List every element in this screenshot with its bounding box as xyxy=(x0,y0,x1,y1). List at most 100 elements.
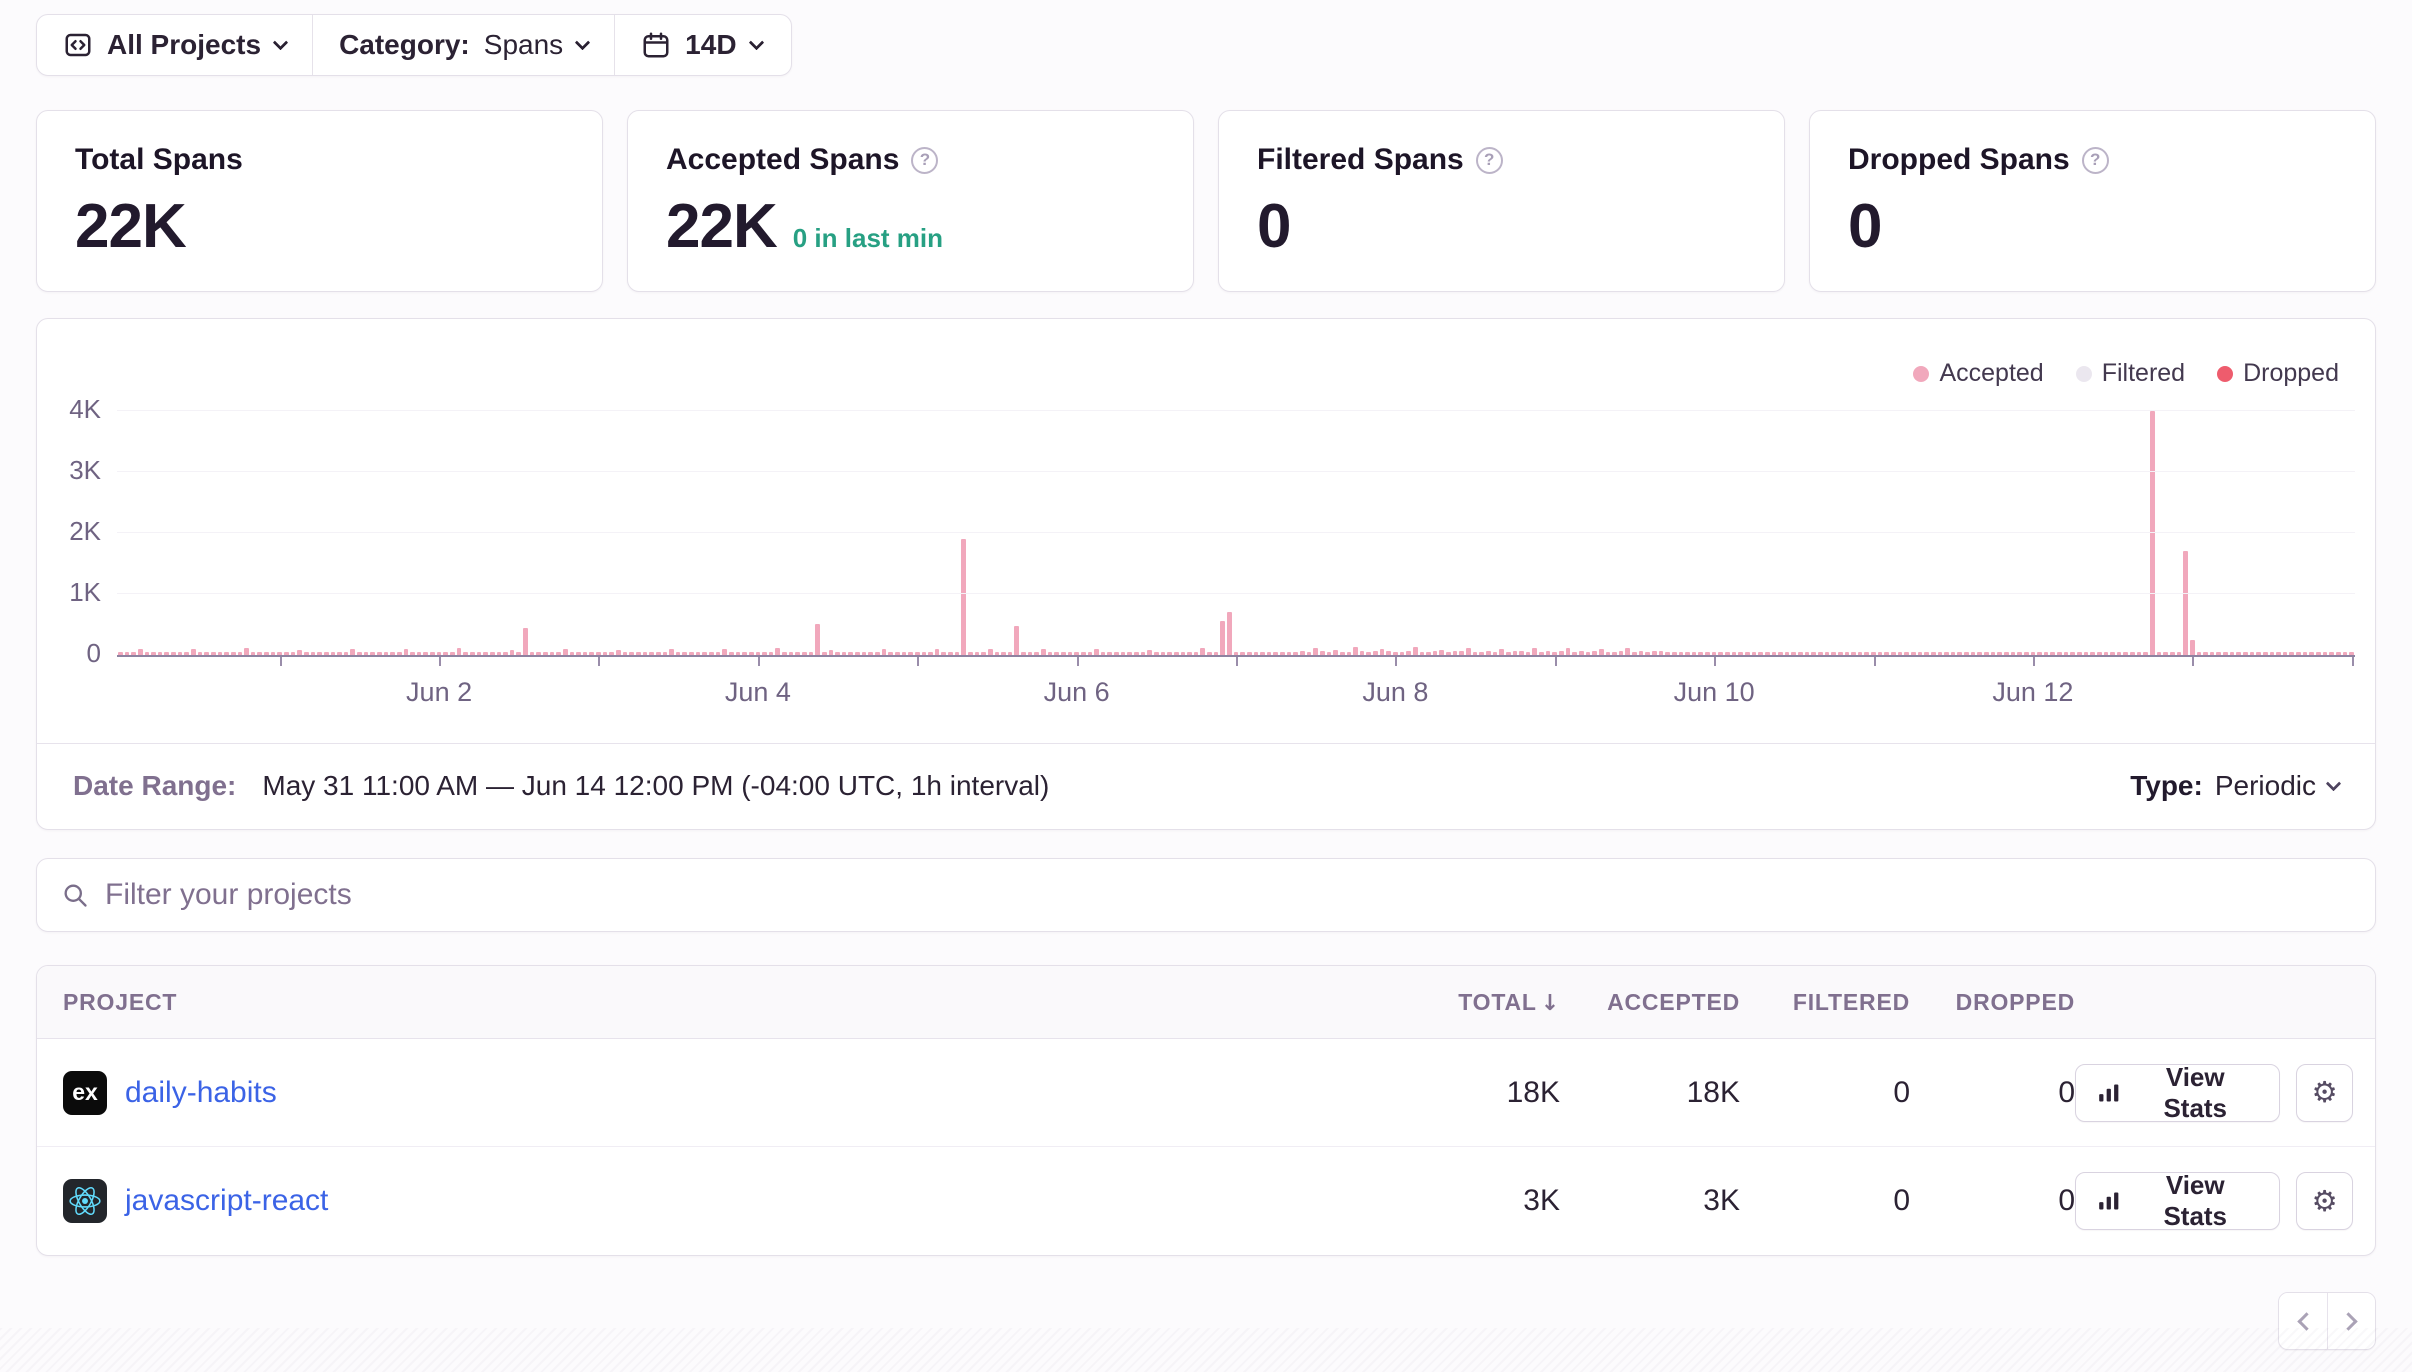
chart-bar xyxy=(1353,647,1358,655)
react-platform-icon xyxy=(63,1179,107,1223)
stat-card-value: 22K xyxy=(666,191,777,262)
type-dropdown[interactable]: Type: Periodic xyxy=(2130,770,2339,802)
category-value: Spans xyxy=(484,29,563,61)
legend-item-filtered[interactable]: Filtered xyxy=(2076,359,2185,388)
column-header-accepted[interactable]: Accepted xyxy=(1560,989,1740,1016)
x-axis-label: Jun 10 xyxy=(1674,677,1755,708)
y-axis-label: 2K xyxy=(43,516,101,547)
projects-table: Project Total↓ Accepted Filtered Dropped… xyxy=(36,965,2376,1256)
stat-card-total-spans: Total Spans 22K xyxy=(36,110,603,292)
help-icon[interactable]: ? xyxy=(2082,147,2109,174)
dropped-cell: 0 xyxy=(1910,1076,2075,1110)
dropped-cell: 0 xyxy=(1910,1184,2075,1218)
usage-chart-panel: Accepted Filtered Dropped 01K2K3K4KJun 2… xyxy=(36,318,2376,830)
search-input[interactable] xyxy=(105,878,2351,912)
period-value: 14D xyxy=(685,29,736,61)
project-filter-label: All Projects xyxy=(107,29,261,61)
table-row: javascript-react 3K 3K 0 0 View Stats ⚙ xyxy=(37,1147,2375,1255)
project-filter-dropdown[interactable]: All Projects xyxy=(37,15,312,75)
filtered-cell: 0 xyxy=(1740,1076,1910,1110)
chart-bar xyxy=(1566,648,1571,655)
table-row: ex daily-habits 18K 18K 0 0 View Stats ⚙ xyxy=(37,1039,2375,1147)
x-axis-label: Jun 12 xyxy=(1992,677,2073,708)
project-link[interactable]: javascript-react xyxy=(125,1184,328,1218)
stat-card-title: Total Spans xyxy=(75,143,243,177)
chart-bar xyxy=(1227,612,1232,655)
legend-item-dropped[interactable]: Dropped xyxy=(2217,359,2339,388)
stat-card-value: 0 xyxy=(1848,191,1881,262)
chevron-down-icon xyxy=(575,34,591,50)
stat-card-filtered-spans: Filtered Spans ? 0 xyxy=(1218,110,1785,292)
x-axis-tick xyxy=(439,657,441,666)
bar-chart-icon xyxy=(2096,1080,2122,1106)
column-header-dropped[interactable]: Dropped xyxy=(1910,989,2075,1016)
accepted-cell: 18K xyxy=(1560,1076,1740,1110)
chart-bar xyxy=(1625,648,1630,655)
legend-dot-dropped xyxy=(2217,366,2233,382)
date-range-row: Date Range: May 31 11:00 AM — Jun 14 12:… xyxy=(37,743,2375,829)
express-platform-icon: ex xyxy=(63,1071,107,1115)
x-axis-tick xyxy=(917,657,919,666)
x-axis-tick xyxy=(280,657,282,666)
x-axis-tick xyxy=(1077,657,1079,666)
legend-item-accepted[interactable]: Accepted xyxy=(1913,359,2043,388)
gridline xyxy=(117,410,2355,411)
filtered-cell: 0 xyxy=(1740,1184,1910,1218)
stat-card-note: 0 in last min xyxy=(793,223,943,254)
column-header-filtered[interactable]: Filtered xyxy=(1740,989,1910,1016)
stat-card-value: 22K xyxy=(75,191,186,262)
legend-label: Accepted xyxy=(1939,359,2043,388)
chart-bar xyxy=(1466,648,1471,655)
calendar-icon xyxy=(641,30,671,60)
chevron-down-icon xyxy=(748,34,764,50)
chart-bar xyxy=(2183,551,2188,655)
column-header-total[interactable]: Total↓ xyxy=(1410,989,1560,1016)
chevron-down-icon xyxy=(273,34,289,50)
search-icon xyxy=(61,881,89,909)
chart-bar xyxy=(2150,411,2155,655)
period-dropdown[interactable]: 14D xyxy=(615,15,787,75)
table-header: Project Total↓ Accepted Filtered Dropped xyxy=(37,966,2375,1039)
chart-bar xyxy=(457,648,462,655)
background-texture xyxy=(0,1328,2412,1372)
category-label: Category: xyxy=(339,29,470,61)
x-axis-tick xyxy=(2033,657,2035,666)
y-axis-label: 4K xyxy=(43,394,101,425)
chart-bars xyxy=(117,411,2355,655)
filter-bar: All Projects Category: Spans 14D xyxy=(36,14,792,76)
gridline xyxy=(117,593,2355,594)
x-axis-tick xyxy=(1395,657,1397,666)
date-range-value: May 31 11:00 AM — Jun 14 12:00 PM (-04:0… xyxy=(262,770,1049,802)
help-icon[interactable]: ? xyxy=(1476,147,1503,174)
chart-bar xyxy=(1313,648,1318,655)
help-icon[interactable]: ? xyxy=(911,147,938,174)
stat-card-value: 0 xyxy=(1257,191,1290,262)
chart-bar xyxy=(523,628,528,655)
total-cell: 3K xyxy=(1410,1184,1560,1218)
x-axis-tick xyxy=(1555,657,1557,666)
x-axis-tick xyxy=(2352,657,2354,666)
chart-bar xyxy=(2190,640,2195,655)
gear-icon: ⚙ xyxy=(2311,1187,2337,1216)
x-axis-tick xyxy=(1714,657,1716,666)
date-range-label: Date Range: xyxy=(73,770,236,802)
project-settings-button[interactable]: ⚙ xyxy=(2296,1172,2353,1230)
view-stats-button[interactable]: View Stats xyxy=(2075,1172,2280,1230)
legend-dot-filtered xyxy=(2076,366,2092,382)
view-stats-button[interactable]: View Stats xyxy=(2075,1064,2280,1122)
chart-bar xyxy=(1220,621,1225,655)
stat-cards: Total Spans 22K Accepted Spans ? 22K 0 i… xyxy=(36,110,2376,292)
chart-plot-area: 01K2K3K4KJun 2Jun 4Jun 6Jun 8Jun 10Jun 1… xyxy=(117,411,2355,655)
chart-bar xyxy=(775,648,780,655)
chevron-down-icon xyxy=(2326,775,2342,791)
x-axis-label: Jun 4 xyxy=(725,677,791,708)
project-settings-button[interactable]: ⚙ xyxy=(2296,1064,2353,1122)
category-dropdown[interactable]: Category: Spans xyxy=(313,15,614,75)
x-axis-tick xyxy=(2192,657,2194,666)
x-axis-tick xyxy=(1874,657,1876,666)
gridline xyxy=(117,471,2355,472)
chart-bar xyxy=(815,624,820,655)
stat-card-dropped-spans: Dropped Spans ? 0 xyxy=(1809,110,2376,292)
x-axis-label: Jun 8 xyxy=(1362,677,1428,708)
project-link[interactable]: daily-habits xyxy=(125,1076,277,1110)
